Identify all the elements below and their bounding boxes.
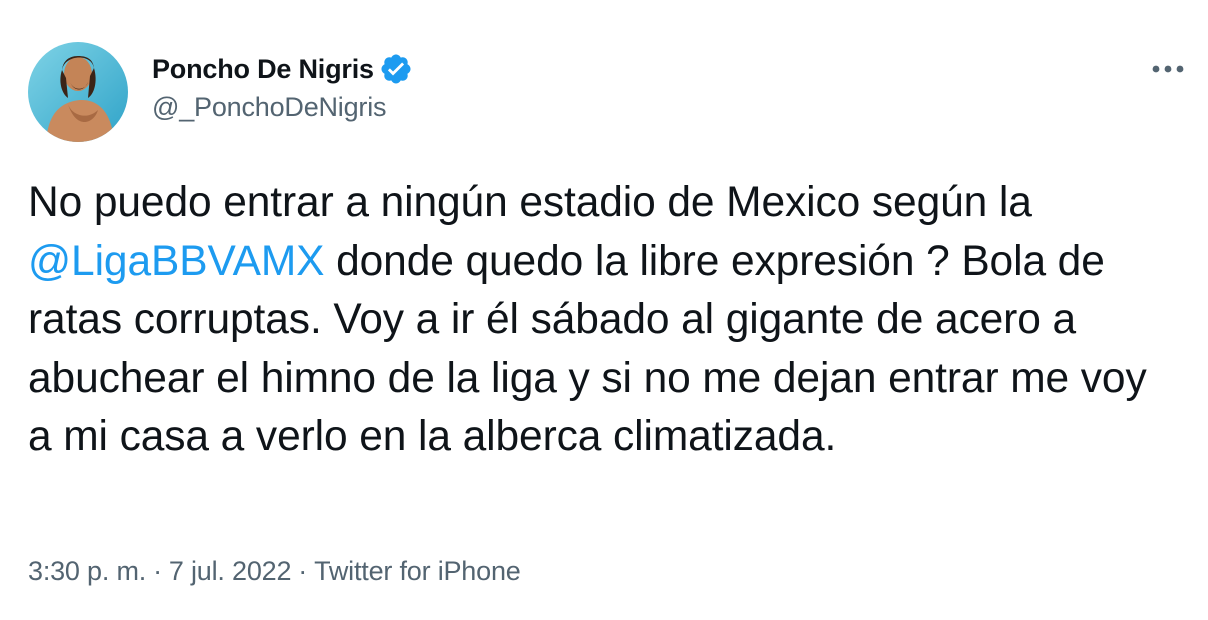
author-info: Poncho De Nigris @_PonchoDeNigris <box>152 50 413 123</box>
tweet-time[interactable]: 3:30 p. m. <box>28 556 146 586</box>
meta-separator: · <box>153 556 162 586</box>
author-display-name[interactable]: Poncho De Nigris <box>152 54 374 85</box>
verified-badge-icon <box>379 52 413 86</box>
mention-link[interactable]: @LigaBBVAMX <box>28 238 324 285</box>
author-handle[interactable]: @_PonchoDeNigris <box>152 92 413 123</box>
tweet-text-segment: No puedo entrar a ningún estadio de Mexi… <box>28 179 1032 226</box>
avatar[interactable] <box>28 42 128 142</box>
tweet-card: Poncho De Nigris @_PonchoDeNigris No pue… <box>0 0 1208 620</box>
tweet-text: No puedo entrar a ningún estadio de Mexi… <box>28 174 1178 467</box>
more-options-icon[interactable] <box>1148 52 1188 86</box>
tweet-meta: 3:30 p. m. · 7 jul. 2022 · Twitter for iPhon… <box>28 556 521 587</box>
avatar-image <box>28 42 128 142</box>
tweet-source[interactable]: Twitter for iPhone <box>314 556 521 586</box>
author-name-row: Poncho De Nigris <box>152 50 413 88</box>
meta-separator: · <box>298 556 308 586</box>
tweet-date[interactable]: 7 jul. 2022 <box>169 556 292 586</box>
